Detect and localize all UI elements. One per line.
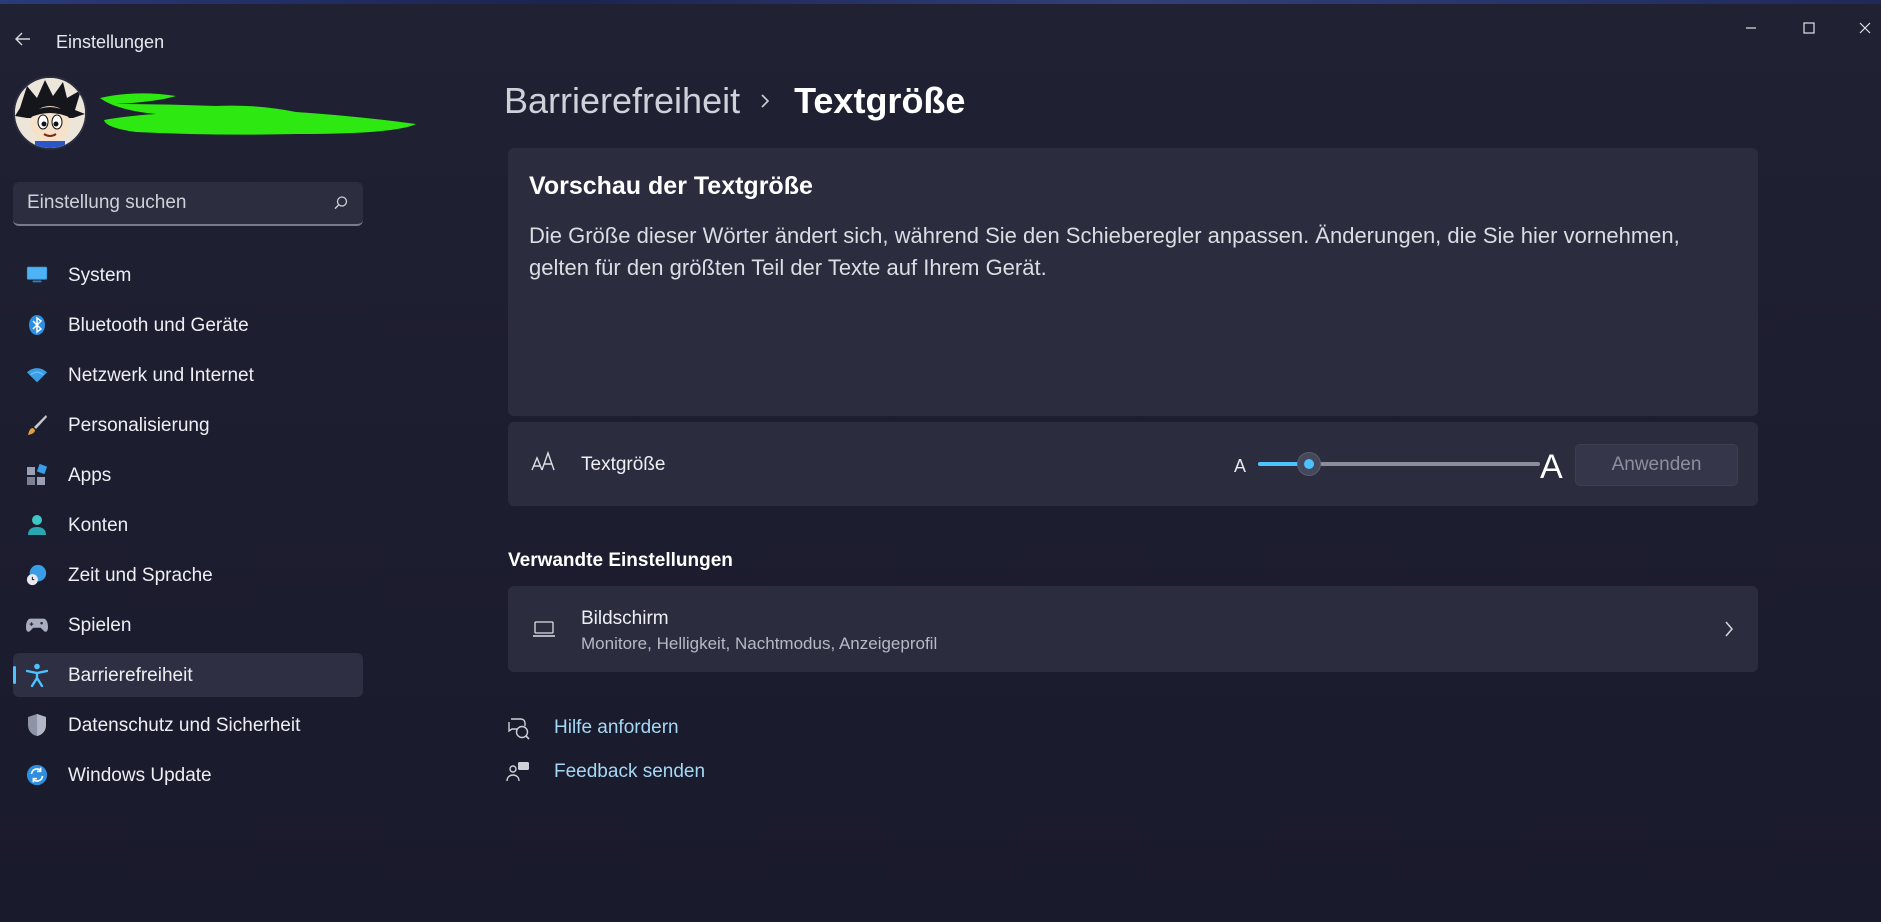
sidebar-item-gaming[interactable]: Spielen — [13, 603, 363, 647]
sidebar-item-label: Apps — [68, 465, 112, 486]
sidebar-item-apps[interactable]: Apps — [13, 453, 363, 497]
sidebar-item-label: Datenschutz und Sicherheit — [68, 715, 301, 736]
shield-icon — [26, 714, 48, 736]
monitor-icon — [26, 264, 48, 286]
slider-min-label: A — [1234, 456, 1247, 476]
search-icon[interactable] — [333, 195, 349, 211]
sidebar-item-label: System — [68, 265, 132, 286]
sidebar-item-label: Spielen — [68, 615, 132, 636]
bluetooth-icon — [26, 314, 48, 336]
brush-icon — [26, 414, 48, 436]
text-size-label: Textgröße — [581, 454, 666, 475]
sidebar-item-personalization[interactable]: Personalisierung — [13, 403, 363, 447]
sidebar-item-windows-update[interactable]: Windows Update — [13, 753, 363, 797]
title-bar: Einstellungen — [0, 4, 1881, 70]
avatar-image — [15, 78, 85, 148]
apply-button[interactable]: Anwenden — [1575, 444, 1738, 486]
update-icon — [26, 764, 48, 786]
related-settings-heading: Verwandte Einstellungen — [508, 550, 733, 571]
close-icon — [1859, 22, 1871, 34]
get-help-label[interactable]: Hilfe anfordern — [554, 717, 679, 739]
sidebar-item-label: Netzwerk und Internet — [68, 365, 254, 386]
help-chat-icon — [508, 718, 530, 740]
feedback-label[interactable]: Feedback senden — [554, 761, 705, 783]
sidebar-item-label: Zeit und Sprache — [68, 565, 213, 586]
redacted-username — [96, 90, 420, 142]
preview-text: Die Größe dieser Wörter ändert sich, wäh… — [529, 223, 1680, 280]
apps-icon — [26, 464, 48, 486]
globe-clock-icon — [26, 564, 48, 586]
chevron-right-icon — [760, 91, 774, 111]
text-size-setting-card: Textgröße A A Anwenden — [508, 422, 1758, 506]
display-subtitle: Monitore, Helligkeit, Nachtmodus, Anzeig… — [581, 634, 938, 653]
page-title: Textgröße — [794, 80, 966, 121]
sidebar-item-time-language[interactable]: Zeit und Sprache — [13, 553, 363, 597]
maximize-icon — [1803, 22, 1815, 34]
text-size-slider[interactable] — [1258, 452, 1540, 476]
sidebar-item-label: Personalisierung — [68, 415, 210, 436]
display-title: Bildschirm — [581, 608, 669, 629]
sidebar-item-accessibility[interactable]: Barrierefreiheit — [13, 653, 363, 697]
search-input[interactable] — [13, 182, 313, 224]
slider-thumb[interactable] — [1297, 452, 1321, 476]
wifi-icon — [26, 364, 48, 386]
search-box[interactable] — [13, 182, 363, 226]
feedback-icon — [506, 762, 529, 782]
sidebar-item-label: Barrierefreiheit — [68, 665, 193, 686]
close-button[interactable] — [1842, 16, 1881, 40]
sidebar-item-accounts[interactable]: Konten — [13, 503, 363, 547]
breadcrumb: Barrierefreiheit Textgröße — [504, 78, 965, 124]
get-help-link[interactable]: Hilfe anfordern — [506, 713, 679, 743]
sidebar-item-bluetooth[interactable]: Bluetooth und Geräte — [13, 303, 363, 347]
laptop-icon — [533, 621, 555, 637]
preview-title: Vorschau der Textgröße — [529, 172, 813, 200]
chevron-right-icon — [1725, 621, 1733, 637]
text-size-preview-card: Vorschau der Textgröße Die Größe dieser … — [508, 148, 1758, 416]
minimize-icon — [1746, 27, 1756, 29]
avatar[interactable] — [13, 76, 87, 150]
sidebar-item-system[interactable]: System — [13, 253, 363, 297]
sidebar-item-label: Windows Update — [68, 765, 212, 786]
back-button[interactable] — [10, 26, 36, 52]
app-title: Einstellungen — [56, 32, 165, 52]
sidebar-item-privacy[interactable]: Datenschutz und Sicherheit — [13, 703, 363, 747]
text-size-icon — [531, 450, 555, 471]
display-settings-link[interactable]: Bildschirm Monitore, Helligkeit, Nachtmo… — [508, 586, 1758, 672]
breadcrumb-parent[interactable]: Barrierefreiheit — [504, 80, 740, 122]
sidebar-item-network[interactable]: Netzwerk und Internet — [13, 353, 363, 397]
maximize-button[interactable] — [1786, 16, 1832, 40]
back-arrow-icon — [15, 32, 30, 46]
sidebar-nav: System Bluetooth und Geräte Netzwerk und… — [13, 253, 363, 803]
gamepad-icon — [26, 614, 48, 636]
accessibility-icon — [26, 663, 48, 687]
feedback-link[interactable]: Feedback senden — [506, 757, 705, 787]
person-icon — [26, 514, 48, 536]
minimize-button[interactable] — [1728, 16, 1774, 40]
sidebar-item-label: Bluetooth und Geräte — [68, 315, 249, 336]
slider-max-label: A — [1540, 448, 1563, 486]
sidebar-item-label: Konten — [68, 515, 129, 536]
settings-window: Einstellungen Einstellung suchen System … — [0, 0, 1881, 922]
